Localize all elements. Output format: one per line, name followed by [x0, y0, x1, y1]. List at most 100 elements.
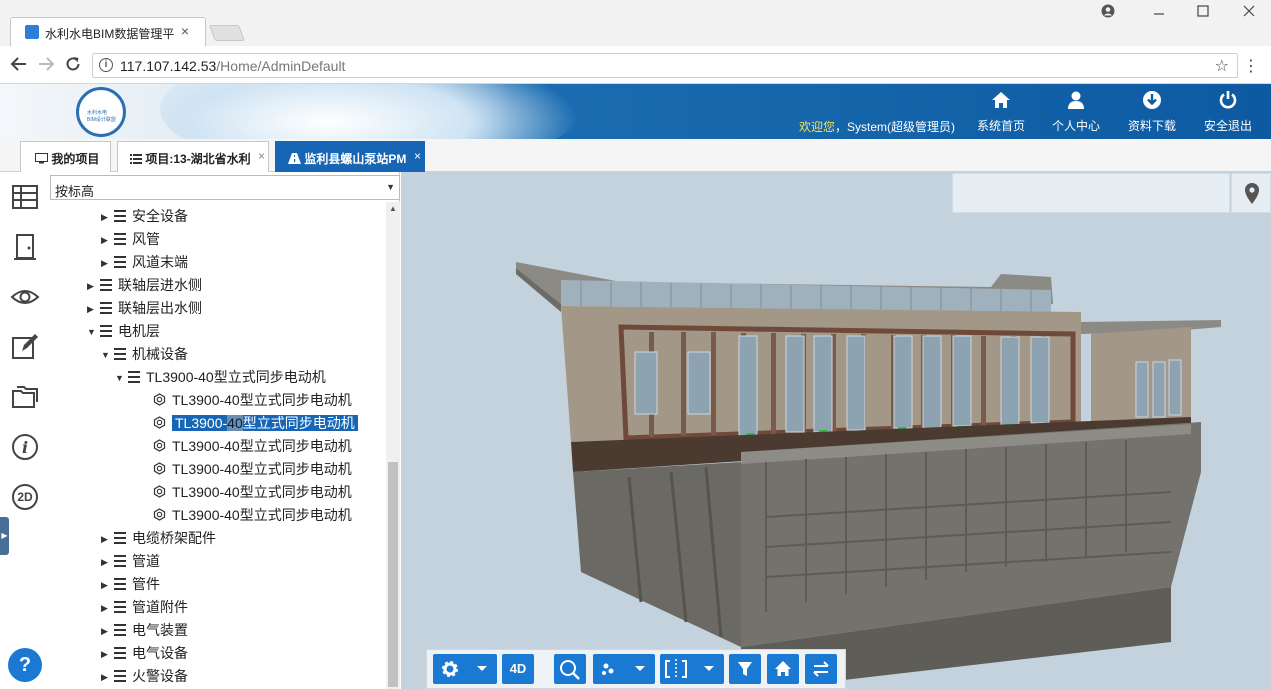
layers-icon[interactable]: [10, 182, 40, 212]
collapsed-caret-icon[interactable]: ▶: [101, 252, 111, 274]
expanded-caret-icon[interactable]: ▼: [101, 344, 111, 366]
tree-scrollbar[interactable]: ▲: [386, 202, 400, 689]
tree-node-label: 风道末端: [132, 254, 188, 270]
tree-node[interactable]: ▶ 管道: [101, 550, 160, 572]
collapsed-caret-icon[interactable]: ▶: [101, 551, 111, 573]
tree-node-label: 管道附件: [132, 599, 188, 615]
browser-tab[interactable]: 水利水电BIM数据管理平 ×: [10, 17, 206, 46]
collapsed-caret-icon[interactable]: ▶: [101, 597, 111, 619]
list-icon: [130, 154, 142, 164]
collapsed-caret-icon[interactable]: ▶: [101, 643, 111, 665]
tree-node[interactable]: TL3900-40型立式同步电动机: [143, 435, 352, 457]
tab-my-projects[interactable]: 我的项目: [20, 141, 111, 172]
tree-node[interactable]: ▶ 电气装置: [101, 619, 188, 641]
collapse-panel-handle[interactable]: ▶: [0, 517, 9, 555]
new-tab-button[interactable]: [209, 25, 245, 41]
nav-home[interactable]: 系统首页: [966, 90, 1036, 134]
scroll-up-icon[interactable]: ▲: [389, 204, 397, 213]
close-window-icon[interactable]: [1243, 4, 1255, 20]
tree-node[interactable]: TL3900-40型立式同步电动机: [143, 389, 352, 411]
tab-pump-station[interactable]: 监利县螺山泵站PM ×: [275, 141, 425, 172]
collapsed-caret-icon[interactable]: ▶: [101, 528, 111, 550]
minimize-icon[interactable]: [1153, 2, 1165, 19]
tree-node-label: 联轴层出水侧: [118, 300, 202, 316]
tree-node[interactable]: TL3900-40型立式同步电动机: [143, 412, 358, 434]
category-icon: [100, 302, 112, 314]
swap-button[interactable]: [805, 654, 837, 684]
tab-project-13[interactable]: 项目:13-湖北省水利 ×: [117, 141, 269, 172]
tree-node[interactable]: ▶ 电缆桥架配件: [101, 527, 216, 549]
profile-icon[interactable]: [1101, 4, 1115, 21]
tree-node[interactable]: ▶ 联轴层出水侧: [87, 297, 202, 319]
tree-node[interactable]: ▶ 火警设备: [101, 665, 188, 687]
close-tab-project-13-icon[interactable]: ×: [258, 149, 265, 163]
browser-menu-icon[interactable]: ⋮: [1243, 56, 1259, 76]
nav-download[interactable]: 资料下载: [1117, 90, 1187, 134]
nav-logout[interactable]: 安全退出: [1193, 90, 1263, 134]
expanded-caret-icon[interactable]: ▼: [115, 367, 125, 389]
tree-node[interactable]: ▶ 电气设备: [101, 642, 188, 664]
filter-select[interactable]: 按标高 ▼: [50, 175, 400, 200]
category-icon: [114, 256, 126, 268]
home-view-button[interactable]: [767, 654, 799, 684]
tree-node[interactable]: TL3900-40型立式同步电动机: [143, 481, 352, 503]
3d-viewport[interactable]: 4D: [401, 172, 1271, 689]
tree-node-label: 安全设备: [132, 208, 188, 224]
tree-node[interactable]: ▶ 风道末端: [101, 251, 188, 273]
logo: 水利水电 BIM设计联盟: [76, 87, 126, 137]
viewport-search-box[interactable]: [952, 173, 1230, 213]
tree-node[interactable]: ▶ 管道附件: [101, 596, 188, 618]
app-header: 水利水电 BIM设计联盟 欢迎您，System(超级管理员) 系统首页 个人中心…: [0, 84, 1271, 139]
site-info-icon[interactable]: i: [99, 58, 113, 72]
close-tab-icon[interactable]: ×: [181, 23, 189, 39]
tree-node[interactable]: ▼ TL3900-40型立式同步电动机: [115, 366, 326, 388]
url-text: 117.107.142.53/Home/AdminDefault: [120, 58, 345, 74]
collapsed-caret-icon[interactable]: ▶: [101, 666, 111, 688]
tree-node[interactable]: TL3900-40型立式同步电动机: [143, 458, 352, 480]
tree-node[interactable]: ▶ 管件: [101, 573, 160, 595]
4d-button[interactable]: 4D: [502, 654, 534, 684]
tree-node[interactable]: ▼ 机械设备: [101, 343, 188, 365]
folders-icon[interactable]: [10, 382, 40, 412]
zoom-fit-button[interactable]: [554, 654, 586, 684]
collapsed-caret-icon[interactable]: ▶: [101, 206, 111, 228]
tree-node[interactable]: ▼ 电机层: [87, 320, 160, 342]
tree-node[interactable]: ▶ 联轴层进水侧: [87, 274, 202, 296]
welcome-word: 欢迎您: [799, 120, 836, 134]
nav-logout-label: 安全退出: [1203, 119, 1252, 133]
category-icon: [114, 555, 126, 567]
nav-user-center[interactable]: 个人中心: [1041, 90, 1111, 134]
info-icon[interactable]: i: [10, 432, 40, 462]
eye-icon[interactable]: [10, 282, 40, 312]
door-icon[interactable]: [10, 232, 40, 262]
location-pin-icon[interactable]: [1231, 173, 1271, 213]
collapsed-caret-icon[interactable]: ▶: [87, 275, 97, 297]
reload-icon[interactable]: [64, 55, 82, 76]
forward-icon[interactable]: [37, 55, 55, 76]
bookmark-star-icon[interactable]: ☆: [1215, 56, 1229, 76]
explode-dropdown-button[interactable]: [593, 654, 655, 684]
section-dropdown-button[interactable]: [660, 654, 724, 684]
collapsed-caret-icon[interactable]: ▶: [101, 620, 111, 642]
tree-node[interactable]: ▶ 风管: [101, 228, 160, 250]
settings-dropdown-button[interactable]: [433, 654, 497, 684]
back-icon[interactable]: [10, 55, 28, 76]
scrollbar-thumb[interactable]: [388, 462, 398, 687]
zoom-icon: [560, 660, 580, 680]
collapsed-caret-icon[interactable]: ▶: [101, 574, 111, 596]
url-input[interactable]: i 117.107.142.53/Home/AdminDefault ☆: [92, 53, 1238, 78]
maximize-icon[interactable]: [1197, 4, 1209, 20]
tree-node-label: 电缆桥架配件: [132, 530, 216, 546]
2d-icon[interactable]: 2D: [10, 482, 40, 512]
expanded-caret-icon[interactable]: ▼: [87, 321, 97, 343]
close-tab-pump-station-icon[interactable]: ×: [414, 149, 421, 163]
tree-node[interactable]: TL3900-40型立式同步电动机: [143, 504, 352, 526]
edit-icon[interactable]: [10, 332, 40, 362]
building-model[interactable]: [401, 172, 1271, 689]
collapsed-caret-icon[interactable]: ▶: [101, 229, 111, 251]
tree-node[interactable]: ▶ 安全设备: [101, 205, 188, 227]
collapsed-caret-icon[interactable]: ▶: [87, 298, 97, 320]
component-icon: [153, 482, 166, 498]
filter-button[interactable]: [729, 654, 761, 684]
help-button[interactable]: ?: [8, 648, 42, 682]
